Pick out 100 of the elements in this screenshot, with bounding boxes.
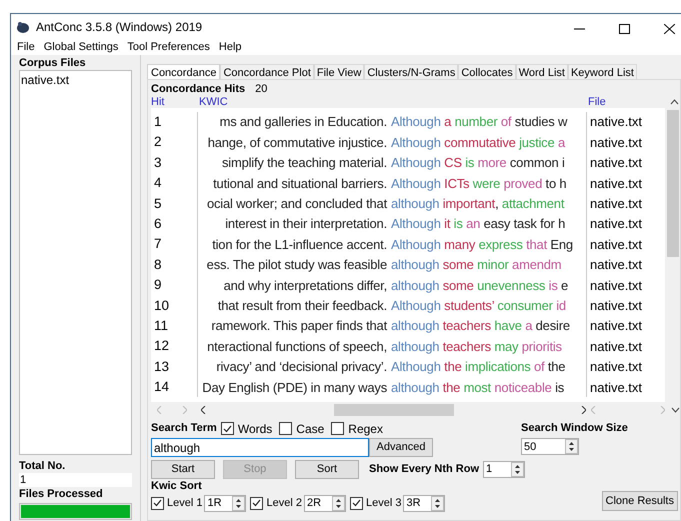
left-context: tutional and situational barriers. [212,174,388,193]
left-context: Day English (PDE) in many ways [201,378,388,397]
right-context: although some minor amendm [391,256,562,274]
file-name: native.txt [589,113,642,132]
level-label[interactable]: Level 3 [366,494,402,512]
left-context: hange, of commutative injustice. [206,134,388,152]
hits-count: 20 [255,82,268,98]
hit-number: 7 [151,234,198,255]
action-button[interactable]: Start [151,460,215,478]
file-name: native.txt [589,134,642,152]
column-header[interactable]: File [588,97,668,108]
file-name: native.txt [589,256,642,274]
file-name: native.txt [589,338,642,356]
left-context: and why interpretations differ, [222,276,388,295]
close-icon[interactable] [664,24,675,34]
maximize-icon[interactable] [619,24,630,34]
left-context: ocial worker; and concluded that [206,195,388,213]
checkbox[interactable] [220,422,234,435]
hit-number: 2 [151,132,198,153]
right-context: although teachers may prioritis [391,338,562,356]
scroll-right-icon[interactable] [581,406,586,414]
search-term-label: Search Term [151,421,217,436]
hit-number: 5 [151,194,198,214]
hit-number: 8 [151,254,198,276]
level-label[interactable]: Level 1 [167,494,202,512]
right-context: Although many express that Eng [391,236,573,254]
checkbox[interactable] [279,422,292,435]
menu-item[interactable]: Global Settings [44,39,118,56]
column-header[interactable]: KWIC [199,97,588,108]
right-context: although some unevenness is e [391,276,568,295]
checkbox[interactable] [350,496,363,510]
right-context: although teachers have a desire [391,317,570,336]
spin-arrows-icon[interactable] [431,496,444,510]
right-context: Although a number of studies w [391,113,568,132]
spinbox-value: 2R [306,496,322,510]
kwic-sort-label: Kwic Sort [151,480,203,492]
search-input[interactable]: although [151,438,369,457]
nth-row-label: Show Every Nth Row [369,462,480,477]
clone-results-button[interactable]: Clone Results [602,491,678,511]
right-context: although important, attachment [391,195,564,213]
scroll-left-icon[interactable] [201,406,206,414]
tab[interactable]: Concordance Plot [220,64,314,79]
file-name: native.txt [589,276,642,295]
menu-item[interactable]: File [17,39,35,56]
right-context: Although ICTs were proved to h [391,174,566,193]
search-window-size-label: Search Window Size [521,421,629,436]
hits-label: Concordance Hits [151,82,246,97]
hit-number: 11 [151,316,198,336]
left-context: that result from their feedback. [216,296,388,315]
hit-number: 4 [151,173,198,194]
right-context: Although CS is more common i [391,154,565,172]
spin-arrows-icon[interactable] [232,496,246,510]
action-button[interactable]: Sort [295,460,359,478]
corpus-file-item[interactable]: native.txt [21,73,130,87]
column-header[interactable]: Hit [151,97,199,108]
tab[interactable]: Keyword List [568,64,637,79]
window-size-spinbox[interactable]: 50 [521,438,579,455]
total-no-label: Total No. [19,460,66,473]
scroll-up-icon[interactable] [670,99,679,105]
level-label[interactable]: Level 2 [266,494,302,512]
menu-item[interactable]: Tool Preferences [127,39,210,56]
checkbox[interactable] [151,496,164,510]
hit-number: 13 [151,356,198,378]
advanced-button[interactable]: Advanced [369,438,433,457]
option-label[interactable]: Case [296,420,324,438]
hit-number: 6 [151,214,198,234]
option-label[interactable]: Words [238,420,272,438]
panel-heading: Corpus Files [19,56,87,70]
spinbox-value: 1 [485,462,494,476]
spinbox[interactable]: 2R [304,494,346,512]
left-context: ess. The pilot study was feasible [206,256,388,274]
left-context: ms and galleries in Education. [218,113,388,132]
file-name: native.txt [589,378,642,397]
tab[interactable]: Concordance [147,64,220,80]
spin-arrows-icon[interactable] [332,496,345,510]
file-name: native.txt [589,174,642,193]
tab[interactable]: Word List [516,64,568,79]
spinbox[interactable]: 3R [403,494,446,512]
scrollbar-thumb[interactable] [334,404,454,416]
spin-arrows-icon[interactable] [511,462,524,476]
spin-arrows-icon[interactable] [565,439,578,454]
hit-number: 12 [151,336,198,357]
file-name: native.txt [589,154,642,172]
option-label[interactable]: Regex [348,420,383,438]
tab[interactable]: Collocates [458,64,516,79]
tab[interactable]: Clusters/N-Grams [364,64,458,79]
spinbox[interactable]: 1 [483,460,526,478]
tab[interactable]: File View [314,64,364,79]
left-context: tion for the L1-influence accent. [211,236,388,254]
hit-number: 10 [151,296,198,316]
checkbox[interactable] [250,496,264,510]
scroll-down-icon[interactable] [671,407,680,413]
checkbox[interactable] [331,422,344,435]
spinbox[interactable]: 1R [204,494,246,512]
file-name: native.txt [589,317,642,336]
left-context: ramework. This paper finds that [210,317,388,336]
menu-item[interactable]: Help [218,39,242,56]
file-name: native.txt [589,358,642,376]
hit-number: 1 [151,112,198,132]
file-name: native.txt [589,195,642,213]
